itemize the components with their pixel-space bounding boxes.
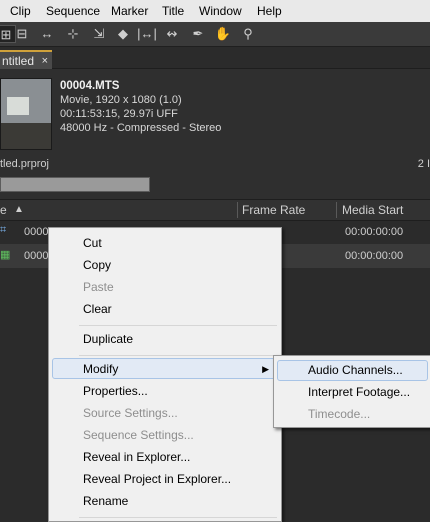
menu-item-reveal-project[interactable]: Reveal Project in Explorer...: [83, 472, 231, 486]
menu-item-reveal-in-explorer[interactable]: Reveal in Explorer...: [83, 450, 190, 464]
zoom-icon[interactable]: ⚲: [238, 25, 258, 43]
row-media-start: 00:00:00:00: [345, 226, 404, 238]
media-start-header[interactable]: Media Start: [342, 203, 403, 217]
menu-title[interactable]: Title: [162, 4, 184, 18]
pen-icon[interactable]: ✒: [188, 25, 208, 43]
menu-item-clear[interactable]: Clear: [83, 302, 112, 316]
menu-help[interactable]: Help: [257, 4, 282, 18]
menu-item-source-settings: Source Settings...: [83, 406, 178, 420]
submenu-item-interpret-footage[interactable]: Interpret Footage...: [308, 385, 410, 399]
tab-project[interactable]: ntitled ×: [0, 50, 52, 69]
hand-icon[interactable]: ✋: [213, 25, 233, 43]
clip-duration: 00:11:53:15, 29.97i UFF: [60, 108, 178, 120]
menu-item-modify[interactable]: Modify: [83, 362, 118, 376]
slip-icon[interactable]: ⇲: [89, 25, 109, 43]
menu-item-cut[interactable]: Cut: [83, 236, 102, 250]
column-separator: [336, 202, 337, 218]
sequence-icon: ⌗: [0, 224, 7, 236]
menu-item-paste: Paste: [83, 280, 114, 294]
menu-window[interactable]: Window: [199, 4, 242, 18]
row-name: 0000: [24, 226, 49, 238]
menu-separator: [79, 355, 277, 356]
menu-marker[interactable]: Marker: [111, 4, 148, 18]
menu-sequence[interactable]: Sequence: [46, 4, 100, 18]
rate-stretch-icon[interactable]: ↔: [37, 25, 57, 43]
name-column-header[interactable]: e: [0, 203, 7, 217]
menu-separator: [79, 517, 277, 518]
thumbnail-screen: [7, 97, 29, 115]
menu-item-copy[interactable]: Copy: [83, 258, 111, 272]
progress-bar: [0, 177, 150, 192]
menu-item-properties[interactable]: Properties...: [83, 384, 148, 398]
clip-audio: 48000 Hz - Compressed - Stereo: [60, 122, 222, 134]
razor-icon[interactable]: ⊹: [63, 25, 83, 43]
frame-rate-header[interactable]: Frame Rate: [242, 203, 305, 217]
submenu-item-timecode: Timecode...: [308, 407, 371, 421]
row-media-start: 00:00:00:00: [345, 250, 404, 262]
column-separator: [237, 202, 238, 218]
submenu-item-audio-channels[interactable]: Audio Channels...: [308, 363, 403, 377]
item-count: 2 I: [417, 158, 430, 170]
menu-separator: [79, 325, 277, 326]
clip-icon: ▦: [0, 249, 11, 261]
menu-item-rename[interactable]: Rename: [83, 494, 128, 508]
menu-item-duplicate[interactable]: Duplicate: [83, 332, 133, 346]
sort-ascending-icon[interactable]: ▲: [14, 204, 24, 215]
clip-name: 00004.MTS: [60, 80, 120, 92]
clip-thumbnail: [0, 78, 52, 150]
track-select-icon[interactable]: |↔|: [137, 25, 157, 43]
column-headers: e ▲ Frame Rate Media Start: [0, 199, 430, 221]
thumbnail-foreground: [1, 123, 51, 149]
tab-label: ntitled: [2, 54, 35, 68]
modify-submenu: Audio Channels... Interpret Footage... T…: [273, 355, 430, 428]
clip-type: Movie, 1920 x 1080 (1.0): [60, 94, 182, 106]
move-icon[interactable]: ↭: [162, 25, 182, 43]
rolling-edit-icon[interactable]: ⊟: [12, 25, 32, 43]
tools-panel: ⊞ ⊟ ↔ ⊹ ⇲ ◆ |↔| ↭ ✒ ✋ ⚲: [0, 22, 430, 47]
slide-icon[interactable]: ◆: [113, 25, 133, 43]
menu-item-sequence-settings: Sequence Settings...: [83, 428, 194, 442]
menu-bar: Clip Sequence Marker Title Window Help: [0, 0, 430, 23]
menu-clip[interactable]: Clip: [10, 4, 31, 18]
row-name: 0000: [24, 250, 49, 262]
project-file-name: tled.prproj: [0, 158, 49, 170]
context-menu: Cut Copy Paste Clear Duplicate Modify ▶ …: [48, 227, 282, 522]
submenu-arrow-icon: ▶: [262, 364, 269, 374]
